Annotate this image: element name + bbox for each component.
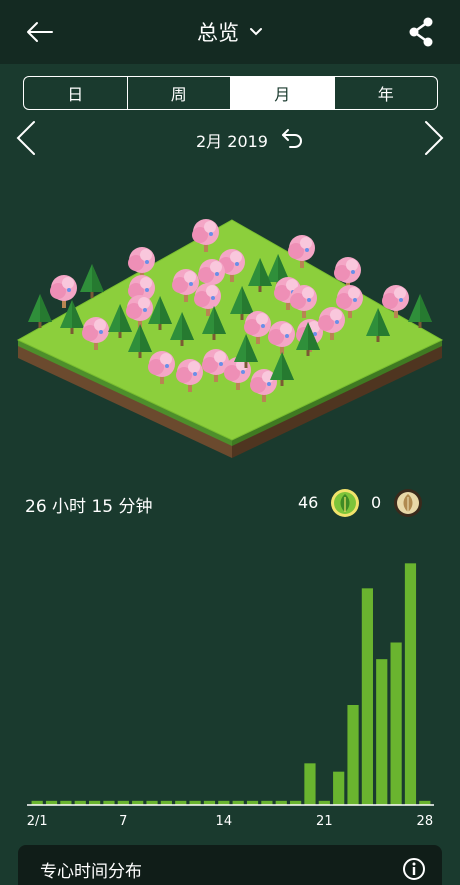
date-navigator: 2月 2019	[0, 118, 460, 158]
reset-period-button[interactable]	[280, 126, 304, 148]
chart-bar	[404, 563, 417, 805]
x-tick-label: 7	[119, 814, 127, 829]
forest-illustration	[16, 219, 444, 458]
card-title: 专心时间分布	[40, 862, 142, 882]
share-button[interactable]	[406, 16, 436, 48]
chevron-down-icon	[250, 28, 262, 36]
tab-week[interactable]: 周	[128, 77, 231, 109]
total-focus-time: 26 小时 15 分钟	[25, 497, 153, 517]
focus-time-bar-chart: 2/1 7 14 21 28	[27, 563, 434, 829]
share-icon	[409, 17, 433, 47]
info-icon	[403, 858, 425, 880]
x-tick-label: 14	[216, 814, 233, 829]
tab-year[interactable]: 年	[335, 77, 438, 109]
withered-tree-icon	[394, 489, 422, 517]
top-app-bar: 总览	[0, 0, 460, 64]
period-tabs: 日 周 月 年	[23, 76, 438, 110]
chart-bar	[347, 705, 359, 805]
chart-bar	[390, 642, 402, 805]
x-tick-label: 28	[417, 814, 434, 829]
chevron-left-icon	[16, 121, 35, 155]
healthy-tree-count: 46	[298, 493, 319, 512]
tab-day[interactable]: 日	[24, 77, 128, 109]
dead-tree-count: 0	[371, 493, 382, 512]
arrow-left-icon	[27, 22, 53, 42]
previous-period-button[interactable]	[14, 120, 38, 156]
info-button[interactable]	[402, 857, 426, 881]
x-tick-label: 2/1	[27, 814, 48, 829]
focus-distribution-card[interactable]: 专心时间分布	[18, 845, 442, 885]
chart-bar	[304, 763, 316, 805]
back-button[interactable]	[24, 18, 56, 46]
current-period-label: 2月 2019	[196, 132, 268, 151]
chart-bar	[333, 771, 345, 805]
chart-bar	[361, 588, 373, 805]
chart-bar	[376, 659, 388, 805]
chevron-right-icon	[425, 121, 444, 155]
healthy-tree-icon	[331, 489, 359, 517]
next-period-button[interactable]	[422, 120, 446, 156]
overview-dropdown[interactable]: 总览	[197, 17, 263, 47]
page-title: 总览	[197, 21, 239, 45]
pine-tree	[80, 264, 104, 298]
x-tick-label: 21	[316, 814, 333, 829]
undo-icon	[282, 129, 302, 148]
summary-row: 26 小时 15 分钟 46 0	[0, 484, 460, 524]
tab-month[interactable]: 月	[231, 77, 335, 109]
